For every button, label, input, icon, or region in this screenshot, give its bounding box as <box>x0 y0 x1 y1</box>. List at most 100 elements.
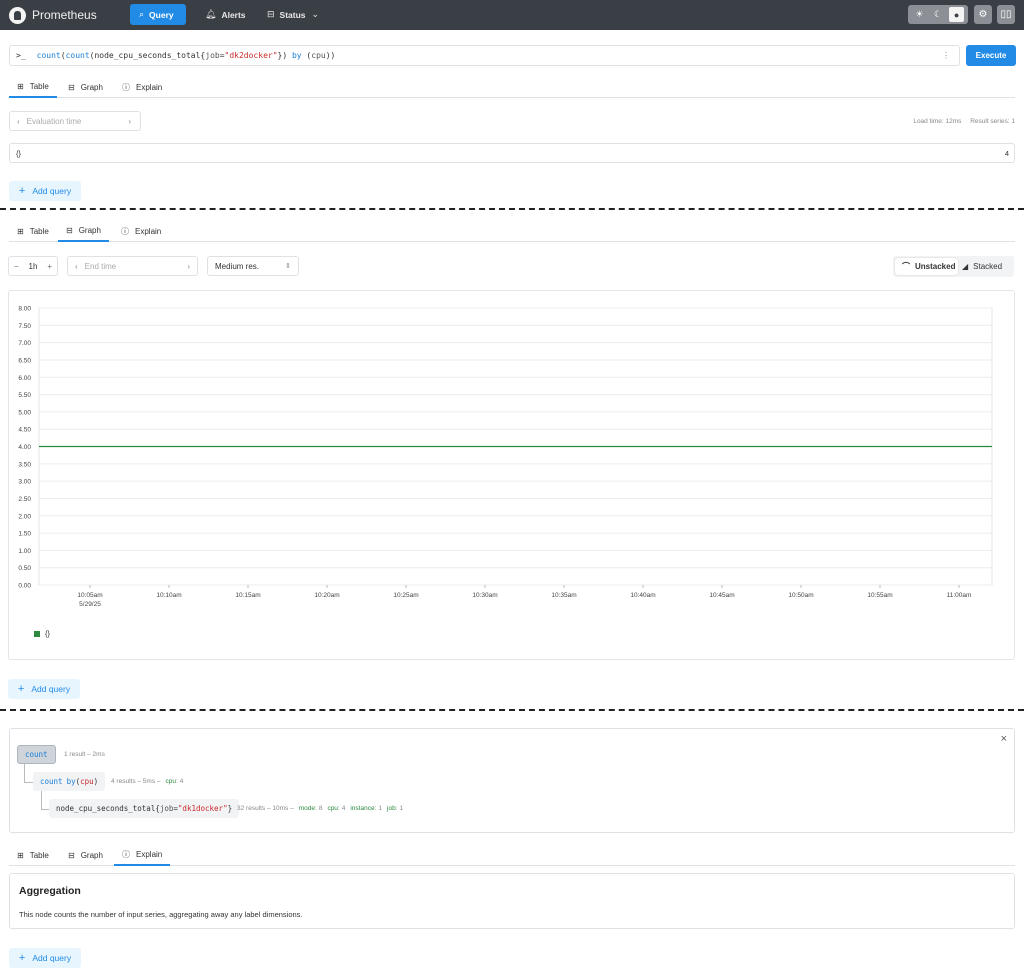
tree-connector <box>24 782 33 783</box>
tab-graph[interactable]: ⊟ Graph <box>58 221 109 242</box>
tab-explain[interactable]: ⓘ Explain <box>113 221 169 242</box>
docs-button[interactable]: ▯▯ <box>997 5 1015 24</box>
x-tick-label: 10:20am <box>314 592 339 599</box>
nav-query-label: Query <box>149 9 174 20</box>
graph-icon: ⊟ <box>68 83 75 92</box>
expression-token: count <box>65 51 90 60</box>
plus-icon: + <box>18 952 26 964</box>
add-query-button[interactable]: + Add query <box>9 948 81 968</box>
expression-token: by <box>291 51 302 60</box>
info-icon: ⓘ <box>121 227 129 236</box>
y-tick-label: 7.00 <box>18 340 31 347</box>
user-icon[interactable]: ● <box>949 7 965 22</box>
unstacked-button[interactable]: ⌒ Unstacked <box>895 258 958 275</box>
tab-graph[interactable]: ⊟ Graph <box>60 77 111 98</box>
nav-alerts-button[interactable]: 🔔︎ Alerts <box>196 4 255 25</box>
node-label-name: job <box>159 804 174 813</box>
y-tick-label: 3.50 <box>18 461 31 468</box>
range-decrease-button[interactable]: − <box>14 262 19 271</box>
settings-button[interactable]: ⚙ <box>974 5 992 24</box>
node-fn: count <box>40 777 63 786</box>
evaluation-time-input[interactable]: Evaluation time <box>27 117 82 126</box>
range-input[interactable]: − 1h + <box>8 256 58 276</box>
x-tick-label: 10:40am <box>630 592 655 599</box>
node-close: } <box>227 804 233 813</box>
load-time: Load time: 12ms <box>913 118 962 125</box>
end-time-picker[interactable]: ‹ End time › <box>67 256 198 276</box>
x-tick-label: 10:35am <box>551 592 576 599</box>
node-paren: ) <box>93 777 99 786</box>
expression-token: }) <box>277 51 292 60</box>
x-tick-label: 10:45am <box>709 592 734 599</box>
unstacked-label: Unstacked <box>915 262 956 271</box>
tab-graph[interactable]: ⊟ Graph <box>60 845 111 866</box>
range-increase-button[interactable]: + <box>47 262 52 271</box>
explain-node-count[interactable]: count <box>17 745 56 764</box>
chevron-right-icon[interactable]: › <box>187 262 190 271</box>
close-icon[interactable]: × <box>1001 733 1007 745</box>
add-query-label: Add query <box>32 953 72 963</box>
tab-graph-label: Graph <box>78 226 101 235</box>
x-tick-label: 10:25am <box>393 592 418 599</box>
tab-explain[interactable]: ⓘ Explain <box>114 77 170 98</box>
node-stats: 1 result – 2ms <box>64 751 105 758</box>
sun-icon[interactable]: ☀ <box>912 7 927 22</box>
chevron-left-icon[interactable]: ‹ <box>17 117 20 126</box>
end-time-input[interactable]: End time <box>85 262 117 271</box>
section-divider <box>0 208 1024 210</box>
resolution-select[interactable]: Medium res. ⇕ <box>207 256 299 276</box>
plus-icon: + <box>18 185 26 197</box>
moon-icon[interactable]: ☾ <box>930 7 945 22</box>
node-stats: 4 results – 5ms – <box>111 778 161 785</box>
y-tick-label: 2.00 <box>18 513 31 520</box>
tab-table[interactable]: ⊞ Table <box>9 77 57 98</box>
expression-token: (node_cpu_seconds_total{ <box>89 51 206 60</box>
tab-table[interactable]: ⊞ Table <box>9 845 57 866</box>
label-stat-key: cpu <box>165 778 176 785</box>
tab-graph-label: Graph <box>80 83 103 92</box>
expression-token: )) <box>325 51 336 60</box>
add-query-button[interactable]: + Add query <box>9 181 81 201</box>
y-tick-label: 0.00 <box>18 583 31 590</box>
chevron-right-icon[interactable]: › <box>128 117 131 126</box>
chevron-left-icon[interactable]: ‹ <box>75 262 78 271</box>
execute-button[interactable]: Execute <box>966 45 1016 66</box>
info-icon: ⓘ <box>122 850 130 859</box>
nav-status-button[interactable]: ⊟ Status ⌄ <box>258 4 328 25</box>
range-value[interactable]: 1h <box>29 262 38 271</box>
tree-connector <box>41 809 49 810</box>
tab-table[interactable]: ⊞ Table <box>9 221 57 242</box>
query-stats: Load time: 12ms Result series: 1 <box>913 118 1015 125</box>
node-label: count <box>25 750 48 759</box>
query-expression[interactable]: count(count(node_cpu_seconds_total{job="… <box>37 51 336 60</box>
evaluation-time-picker[interactable]: ‹ Evaluation time › <box>9 111 141 131</box>
expression-token: job <box>205 51 220 60</box>
explain-node-count-by[interactable]: count by (cpu) <box>33 772 106 791</box>
add-query-label: Add query <box>32 186 72 196</box>
server-icon: ⊟ <box>267 9 275 19</box>
tab-explain[interactable]: ⓘ Explain <box>114 845 171 866</box>
brand[interactable]: Prometheus <box>9 6 97 24</box>
node-by: by <box>66 777 76 786</box>
nav-query-button[interactable]: ⌕ Query <box>130 4 186 25</box>
tab-explain-label: Explain <box>135 227 162 236</box>
legend-item[interactable]: {} <box>34 629 50 638</box>
explain-node-selector[interactable]: node_cpu_seconds_total{job = "dk1docker"} <box>49 799 240 818</box>
plus-icon: + <box>17 683 25 695</box>
add-query-button[interactable]: + Add query <box>8 679 80 699</box>
label-stat-key: job <box>387 805 396 812</box>
y-tick-label: 1.50 <box>18 531 31 538</box>
panel-tabs: ⊞ Table ⊟ Graph ⓘ Explain <box>9 77 1015 98</box>
y-tick-label: 6.00 <box>18 375 31 382</box>
gear-icon: ⚙ <box>978 9 988 20</box>
query-expression-input[interactable]: >_ count(count(node_cpu_seconds_total{jo… <box>9 45 960 66</box>
time-series-chart[interactable]: 0.00 0.50 1.00 1.50 2.00 2.50 3.00 3.50 4.00 4.50… <box>9 291 1016 661</box>
x-tick-label: 11:00am <box>947 592 972 599</box>
node-grouping: cpu <box>80 777 94 786</box>
unstacked-icon: ⌒ <box>902 262 910 271</box>
theme-switch: ☀ ☾ ● <box>908 5 968 24</box>
add-query-label: Add query <box>31 684 71 694</box>
legend-label: {} <box>45 629 51 638</box>
stacked-button[interactable]: ◢ Stacked <box>959 258 1012 275</box>
more-vertical-icon[interactable]: ⋮ <box>942 51 950 60</box>
